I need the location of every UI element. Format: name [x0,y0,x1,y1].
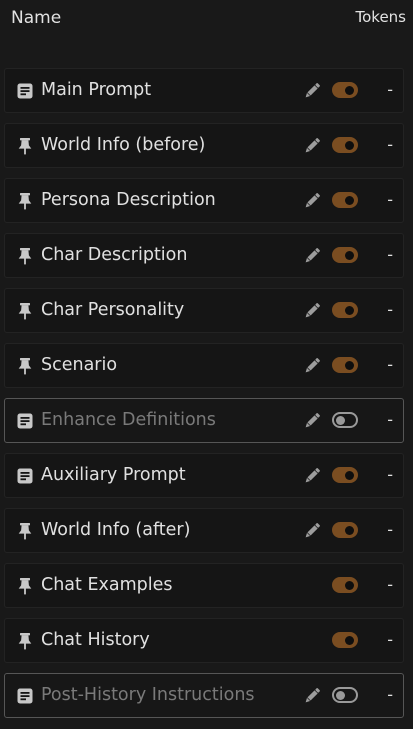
document-icon [16,82,34,100]
prompt-label: World Info (before) [41,135,206,155]
token-count: - [387,465,393,484]
token-count: - [387,190,393,209]
prompt-label: World Info (after) [41,520,191,540]
pencil-icon[interactable] [303,412,321,430]
pencil-icon[interactable] [303,522,321,540]
token-count: - [387,685,393,704]
tokens-column-header: Tokens [355,8,407,26]
prompt-label: Post-History Instructions [41,685,255,705]
pin-icon [16,247,34,265]
enable-toggle[interactable] [332,357,358,373]
list-header: Name Tokens [0,0,413,40]
toggle-knob [345,635,354,645]
prompt-row-world-info-before[interactable]: World Info (before) - [4,123,404,168]
pin-icon [16,192,34,210]
toggle-knob [336,691,345,700]
prompt-label: Auxiliary Prompt [41,465,186,485]
prompt-row-char-description[interactable]: Char Description - [4,233,404,278]
name-column-header: Name [11,8,62,28]
enable-toggle[interactable] [332,412,358,428]
token-count: - [387,355,393,374]
pin-icon [16,577,34,595]
token-count: - [387,520,393,539]
pencil-icon[interactable] [303,357,321,375]
prompt-label: Persona Description [41,190,216,210]
enable-toggle[interactable] [332,687,358,703]
enable-toggle[interactable] [332,632,358,648]
toggle-knob [345,470,354,480]
pin-icon [16,522,34,540]
pin-icon [16,302,34,320]
toggle-knob [345,140,354,150]
toggle-knob [345,250,354,260]
pin-icon [16,137,34,155]
prompt-row-auxiliary-prompt[interactable]: Auxiliary Prompt - [4,453,404,498]
prompt-label: Enhance Definitions [41,410,216,430]
prompt-list: Main Prompt - World Info (before) - Persona … [4,68,404,728]
toggle-knob [345,305,354,315]
toggle-knob [336,416,345,425]
toggle-knob [345,525,354,535]
prompt-row-scenario[interactable]: Scenario - [4,343,404,388]
prompt-row-persona-description[interactable]: Persona Description - [4,178,404,223]
toggle-knob [345,580,354,590]
enable-toggle[interactable] [332,192,358,208]
document-icon [16,687,34,705]
pencil-icon[interactable] [303,247,321,265]
prompt-row-main-prompt[interactable]: Main Prompt - [4,68,404,113]
toggle-knob [345,360,354,370]
pencil-icon[interactable] [303,137,321,155]
prompt-label: Scenario [41,355,118,375]
prompt-row-world-info-after[interactable]: World Info (after) - [4,508,404,553]
document-icon [16,467,34,485]
pencil-icon[interactable] [303,467,321,485]
prompt-label: Char Description [41,245,188,265]
pencil-icon[interactable] [303,192,321,210]
prompt-label: Chat History [41,630,150,650]
document-icon [16,412,34,430]
pencil-icon[interactable] [303,302,321,320]
token-count: - [387,245,393,264]
pin-icon [16,632,34,650]
enable-toggle[interactable] [332,522,358,538]
token-count: - [387,135,393,154]
enable-toggle[interactable] [332,302,358,318]
prompt-row-chat-examples[interactable]: Chat Examples - [4,563,404,608]
token-count: - [387,630,393,649]
toggle-knob [345,85,354,95]
token-count: - [387,410,393,429]
pencil-icon[interactable] [303,82,321,100]
enable-toggle[interactable] [332,467,358,483]
prompt-label: Main Prompt [41,80,152,100]
pencil-icon[interactable] [303,687,321,705]
prompt-row-post-history-instructions[interactable]: Post-History Instructions - [4,673,404,718]
prompt-row-chat-history[interactable]: Chat History - [4,618,404,663]
token-count: - [387,300,393,319]
prompt-label: Chat Examples [41,575,173,595]
prompt-row-char-personality[interactable]: Char Personality - [4,288,404,333]
enable-toggle[interactable] [332,577,358,593]
toggle-knob [345,195,354,205]
enable-toggle[interactable] [332,137,358,153]
enable-toggle[interactable] [332,247,358,263]
pin-icon [16,357,34,375]
token-count: - [387,80,393,99]
prompt-label: Char Personality [41,300,185,320]
token-count: - [387,575,393,594]
prompt-row-enhance-definitions[interactable]: Enhance Definitions - [4,398,404,443]
enable-toggle[interactable] [332,82,358,98]
